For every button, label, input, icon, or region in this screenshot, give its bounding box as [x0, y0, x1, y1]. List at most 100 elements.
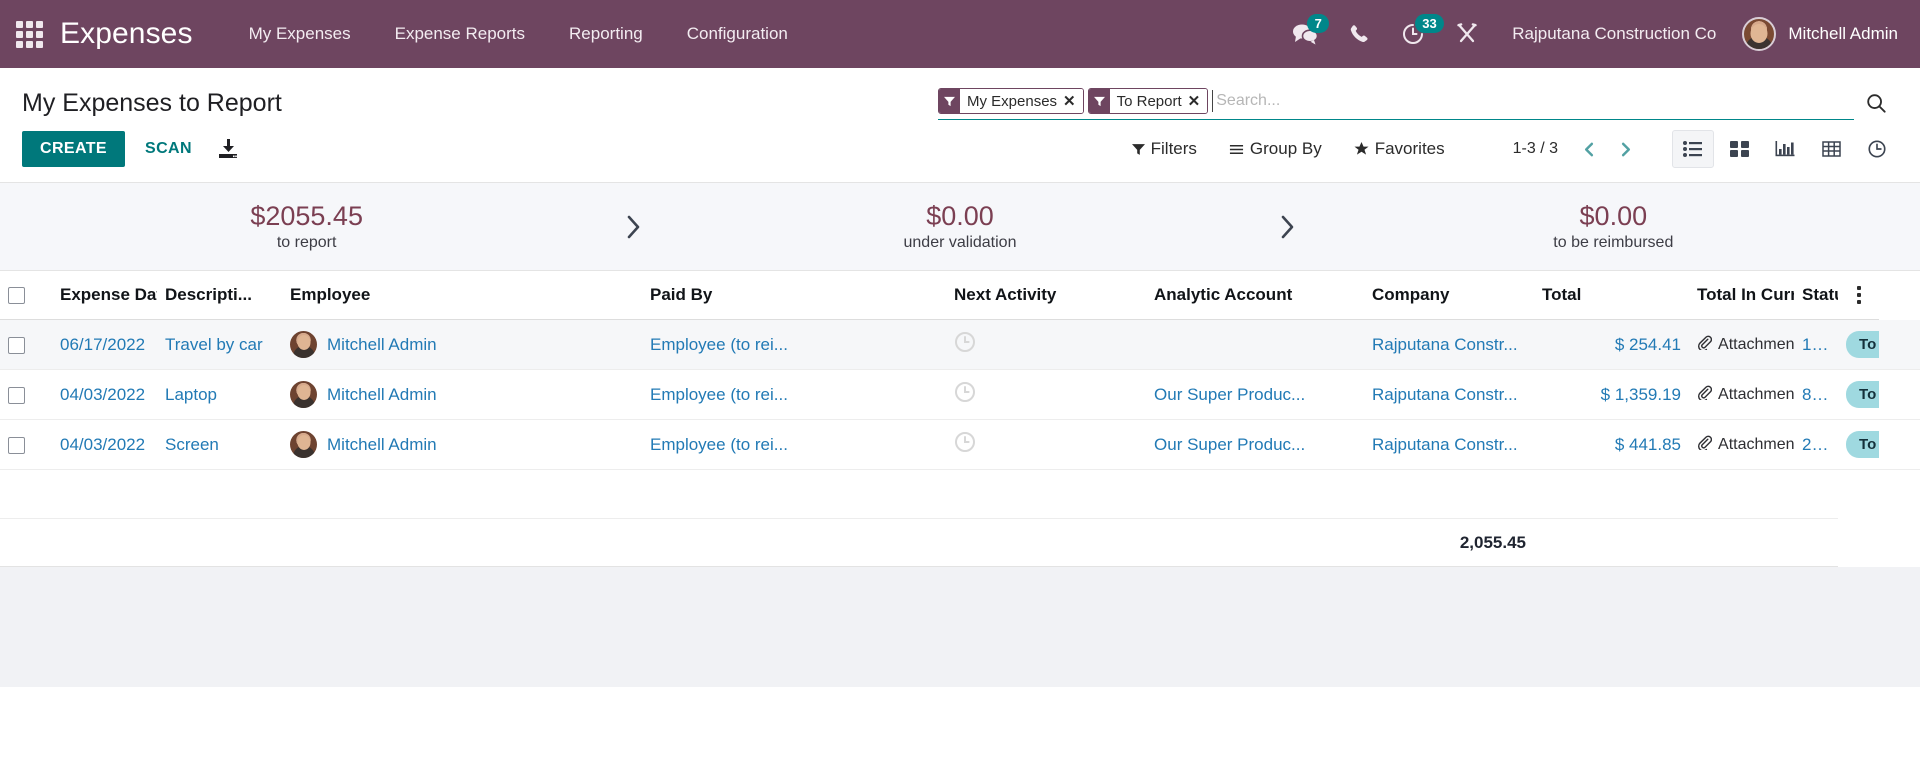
app-brand-title[interactable]: Expenses: [60, 17, 193, 51]
cell-total-in-currency[interactable]: 289.00 €: [1794, 419, 1839, 470]
column-header-expense-date[interactable]: Expense Date: [52, 271, 157, 320]
cell-paid-by[interactable]: Employee (to rei...: [642, 419, 947, 470]
cell-description[interactable]: Screen: [157, 419, 282, 470]
menu-item-my-expenses[interactable]: My Expenses: [227, 0, 373, 68]
cell-paid-by[interactable]: Employee (to rei...: [642, 369, 947, 420]
user-avatar: [1742, 17, 1777, 51]
import-download-icon[interactable]: [216, 137, 240, 161]
checkbox-unchecked[interactable]: [8, 386, 25, 404]
cell-analytic-account[interactable]: [1146, 319, 1365, 370]
cell-attachments[interactable]: Attachments: [1689, 369, 1795, 420]
kpi-under-validation[interactable]: $0.00 under validation: [663, 200, 1256, 254]
column-header-analytic-account[interactable]: Analytic Account: [1146, 271, 1365, 320]
group-by-dropdown[interactable]: Group By: [1213, 133, 1338, 165]
messages-badge: 7: [1307, 14, 1330, 33]
table-row[interactable]: 06/17/2022 Travel by car Mitchell Admin …: [0, 319, 1920, 370]
column-header-next-activity[interactable]: Next Activity: [946, 271, 1147, 320]
cell-attachments[interactable]: Attachments: [1689, 319, 1795, 370]
cell-description[interactable]: Travel by car: [157, 319, 282, 370]
cell-status[interactable]: To Submit: [1838, 419, 1879, 470]
user-menu[interactable]: Mitchell Admin: [1738, 17, 1898, 51]
developer-tools-icon[interactable]: [1440, 0, 1494, 68]
create-button[interactable]: CREATE: [22, 131, 125, 167]
employee-avatar: [290, 431, 317, 458]
cell-paid-by[interactable]: Employee (to rei...: [642, 319, 947, 370]
search-submit-button[interactable]: [1854, 86, 1898, 120]
cell-total[interactable]: $ 441.85: [1534, 419, 1690, 470]
table-row[interactable]: 04/03/2022 Laptop Mitchell Admin Employe…: [0, 369, 1920, 420]
filters-label: Filters: [1150, 139, 1197, 158]
list-view-button[interactable]: [1672, 130, 1714, 168]
activity-view-button[interactable]: [1856, 130, 1898, 168]
attachments-label: Attachments: [1718, 385, 1795, 403]
cell-status[interactable]: To Submit: [1838, 319, 1879, 370]
menu-item-expense-reports[interactable]: Expense Reports: [373, 0, 547, 68]
remove-facet-icon[interactable]: ✕: [1063, 89, 1083, 113]
pivot-view-button[interactable]: [1810, 130, 1852, 168]
employee-name: Mitchell Admin: [327, 384, 437, 404]
column-header-total[interactable]: Total: [1534, 271, 1690, 320]
scan-button[interactable]: SCAN: [131, 131, 206, 167]
checkbox-unchecked[interactable]: [8, 436, 25, 454]
cell-status[interactable]: To Submit: [1838, 369, 1879, 420]
paperclip-icon: [1697, 385, 1713, 405]
graph-view-button[interactable]: [1764, 130, 1806, 168]
cell-analytic-account[interactable]: Our Super Produc...: [1146, 419, 1365, 470]
clock-icon: [1868, 140, 1886, 158]
phone-icon[interactable]: [1332, 0, 1386, 68]
checkbox-unchecked[interactable]: [8, 336, 25, 354]
column-header-company[interactable]: Company: [1364, 271, 1535, 320]
messages-icon[interactable]: 7: [1278, 0, 1332, 68]
cell-employee[interactable]: Mitchell Admin: [282, 319, 642, 370]
table-row[interactable]: 04/03/2022 Screen Mitchell Admin Employe…: [0, 419, 1920, 470]
search-facet-label: To Report: [1109, 89, 1188, 113]
filters-dropdown[interactable]: Filters: [1116, 133, 1213, 165]
remove-facet-icon[interactable]: ✕: [1187, 89, 1208, 113]
pager-previous-button[interactable]: [1572, 132, 1606, 166]
cell-expense-date[interactable]: 06/17/2022: [52, 319, 157, 370]
cell-company[interactable]: Rajputana Constr...: [1364, 419, 1535, 470]
company-switcher[interactable]: Rajputana Construction Co: [1494, 24, 1738, 44]
cell-company[interactable]: Rajputana Constr...: [1364, 319, 1535, 370]
search-input[interactable]: [1212, 90, 1854, 112]
cell-next-activity[interactable]: [946, 369, 1147, 420]
employee-name: Mitchell Admin: [327, 334, 437, 354]
search-facet-to-report[interactable]: To Report ✕: [1087, 88, 1209, 114]
search-box[interactable]: My Expenses ✕ To Report ✕: [938, 86, 1854, 120]
cell-description[interactable]: Laptop: [157, 369, 282, 420]
apps-grid-icon[interactable]: [14, 19, 44, 49]
cell-company[interactable]: Rajputana Constr...: [1364, 369, 1535, 420]
cell-expense-date[interactable]: 04/03/2022: [52, 369, 157, 420]
chevron-right-icon: [1257, 212, 1317, 242]
cell-employee[interactable]: Mitchell Admin: [282, 369, 642, 420]
cell-total[interactable]: $ 254.41: [1534, 319, 1690, 370]
column-header-description[interactable]: Descripti...: [157, 271, 282, 320]
cell-total-in-currency[interactable]: 889.00 €: [1794, 369, 1839, 420]
main-menu: My Expenses Expense Reports Reporting Co…: [227, 0, 810, 68]
cell-expense-date[interactable]: 04/03/2022: [52, 419, 157, 470]
column-header-paid-by[interactable]: Paid By: [642, 271, 947, 320]
pager-next-button[interactable]: [1608, 132, 1642, 166]
cell-next-activity[interactable]: [946, 319, 1147, 370]
column-header-employee[interactable]: Employee: [282, 271, 642, 320]
kpi-to-report[interactable]: $2055.45 to report: [10, 200, 603, 254]
menu-item-configuration[interactable]: Configuration: [665, 0, 810, 68]
cell-employee[interactable]: Mitchell Admin: [282, 419, 642, 470]
favorites-dropdown[interactable]: Favorites: [1338, 133, 1461, 165]
kpi-to-be-reimbursed[interactable]: $0.00 to be reimbursed: [1317, 200, 1910, 254]
activity-clock-icon[interactable]: 33: [1386, 0, 1444, 68]
column-header-status[interactable]: Status: [1794, 271, 1839, 320]
page-title: My Expenses to Report: [22, 89, 282, 117]
cell-total-in-currency[interactable]: 166.40 €: [1794, 319, 1839, 370]
column-header-total-in-currency[interactable]: Total In Currency: [1689, 271, 1795, 320]
cell-total[interactable]: $ 1,359.19: [1534, 369, 1690, 420]
cell-attachments[interactable]: Attachments: [1689, 419, 1795, 470]
cell-next-activity[interactable]: [946, 419, 1147, 470]
kanban-view-button[interactable]: [1718, 130, 1760, 168]
menu-item-reporting[interactable]: Reporting: [547, 0, 665, 68]
column-options-kebab-icon[interactable]: [1838, 271, 1879, 320]
cell-analytic-account[interactable]: Our Super Produc...: [1146, 369, 1365, 420]
search-facet-my-expenses[interactable]: My Expenses ✕: [938, 88, 1084, 114]
checkbox-unchecked[interactable]: [8, 287, 25, 305]
kpi-value: $0.00: [926, 200, 994, 231]
